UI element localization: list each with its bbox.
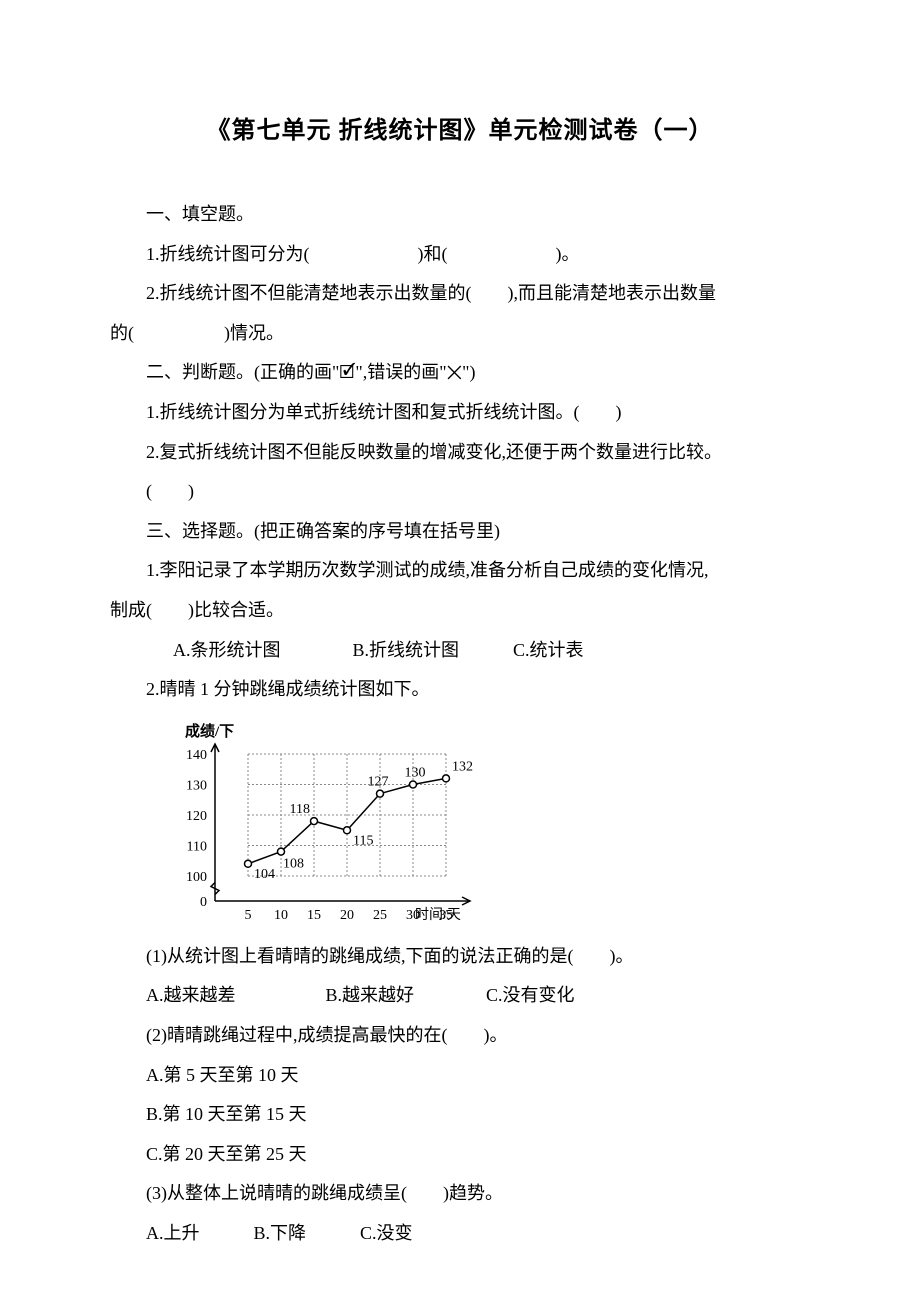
- svg-text:120: 120: [186, 809, 207, 824]
- svg-text:130: 130: [186, 778, 207, 793]
- svg-text:20: 20: [340, 908, 354, 923]
- jump-rope-chart: 01001101201301405101520253035成绩/下时间/天104…: [170, 716, 810, 931]
- svg-text:0: 0: [200, 895, 207, 910]
- s3-q1-options: A.条形统计图 B.折线统计图 C.统计表: [110, 631, 810, 671]
- svg-text:130: 130: [405, 765, 426, 780]
- svg-text:118: 118: [290, 802, 310, 817]
- svg-text:时间/天: 时间/天: [415, 907, 461, 923]
- svg-text:25: 25: [373, 908, 387, 923]
- page-title: 《第七单元 折线统计图》单元检测试卷（一）: [110, 110, 810, 145]
- section2-heading: 二、判断题。(正确的画"🗹",错误的画"✕"): [110, 353, 810, 393]
- section3-heading: 三、选择题。(把正确答案的序号填在括号里): [110, 512, 810, 552]
- s2-q2-line2: ( ): [110, 472, 810, 512]
- svg-text:10: 10: [274, 908, 288, 923]
- svg-text:110: 110: [187, 839, 207, 854]
- s3-q2-sub2-opt-a: A.第 5 天至第 10 天: [110, 1056, 810, 1096]
- s3-q2-sub1-options: A.越来越差 B.越来越好 C.没有变化: [110, 976, 810, 1016]
- s1-q2-line1: 2.折线统计图不但能清楚地表示出数量的( ),而且能清楚地表示出数量: [110, 274, 810, 314]
- s3-q2-stem: 2.晴晴 1 分钟跳绳成绩统计图如下。: [110, 670, 810, 710]
- svg-text:5: 5: [245, 908, 252, 923]
- s3-q2-sub3-options: A.上升 B.下降 C.没变: [110, 1214, 810, 1254]
- svg-text:132: 132: [452, 759, 473, 774]
- svg-text:104: 104: [254, 867, 275, 882]
- s3-q2-sub2: (2)晴晴跳绳过程中,成绩提高最快的在( )。: [110, 1016, 810, 1056]
- section1-heading: 一、填空题。: [110, 195, 810, 235]
- s3-q2-sub2-opt-c: C.第 20 天至第 25 天: [110, 1135, 810, 1175]
- s3-q2-sub3: (3)从整体上说晴晴的跳绳成绩呈( )趋势。: [110, 1174, 810, 1214]
- svg-text:127: 127: [368, 774, 389, 789]
- svg-text:15: 15: [307, 908, 321, 923]
- svg-text:成绩/下: 成绩/下: [185, 722, 234, 740]
- s3-q1-line2: 制成( )比较合适。: [110, 591, 810, 631]
- s2-q1: 1.折线统计图分为单式折线统计图和复式折线统计图。( ): [110, 393, 810, 433]
- svg-text:100: 100: [186, 870, 207, 885]
- svg-text:115: 115: [353, 833, 373, 848]
- s3-q2-sub2-opt-b: B.第 10 天至第 15 天: [110, 1095, 810, 1135]
- svg-text:108: 108: [283, 856, 304, 871]
- svg-text:140: 140: [186, 748, 207, 763]
- s1-q1: 1.折线统计图可分为( )和( )。: [110, 235, 810, 275]
- s3-q2-sub1: (1)从统计图上看晴晴的跳绳成绩,下面的说法正确的是( )。: [110, 937, 810, 977]
- s3-q1-line1: 1.李阳记录了本学期历次数学测试的成绩,准备分析自己成绩的变化情况,: [110, 551, 810, 591]
- s1-q2-line2: 的( )情况。: [110, 314, 810, 354]
- s2-q2-line1: 2.复式折线统计图不但能反映数量的增减变化,还便于两个数量进行比较。: [110, 433, 810, 473]
